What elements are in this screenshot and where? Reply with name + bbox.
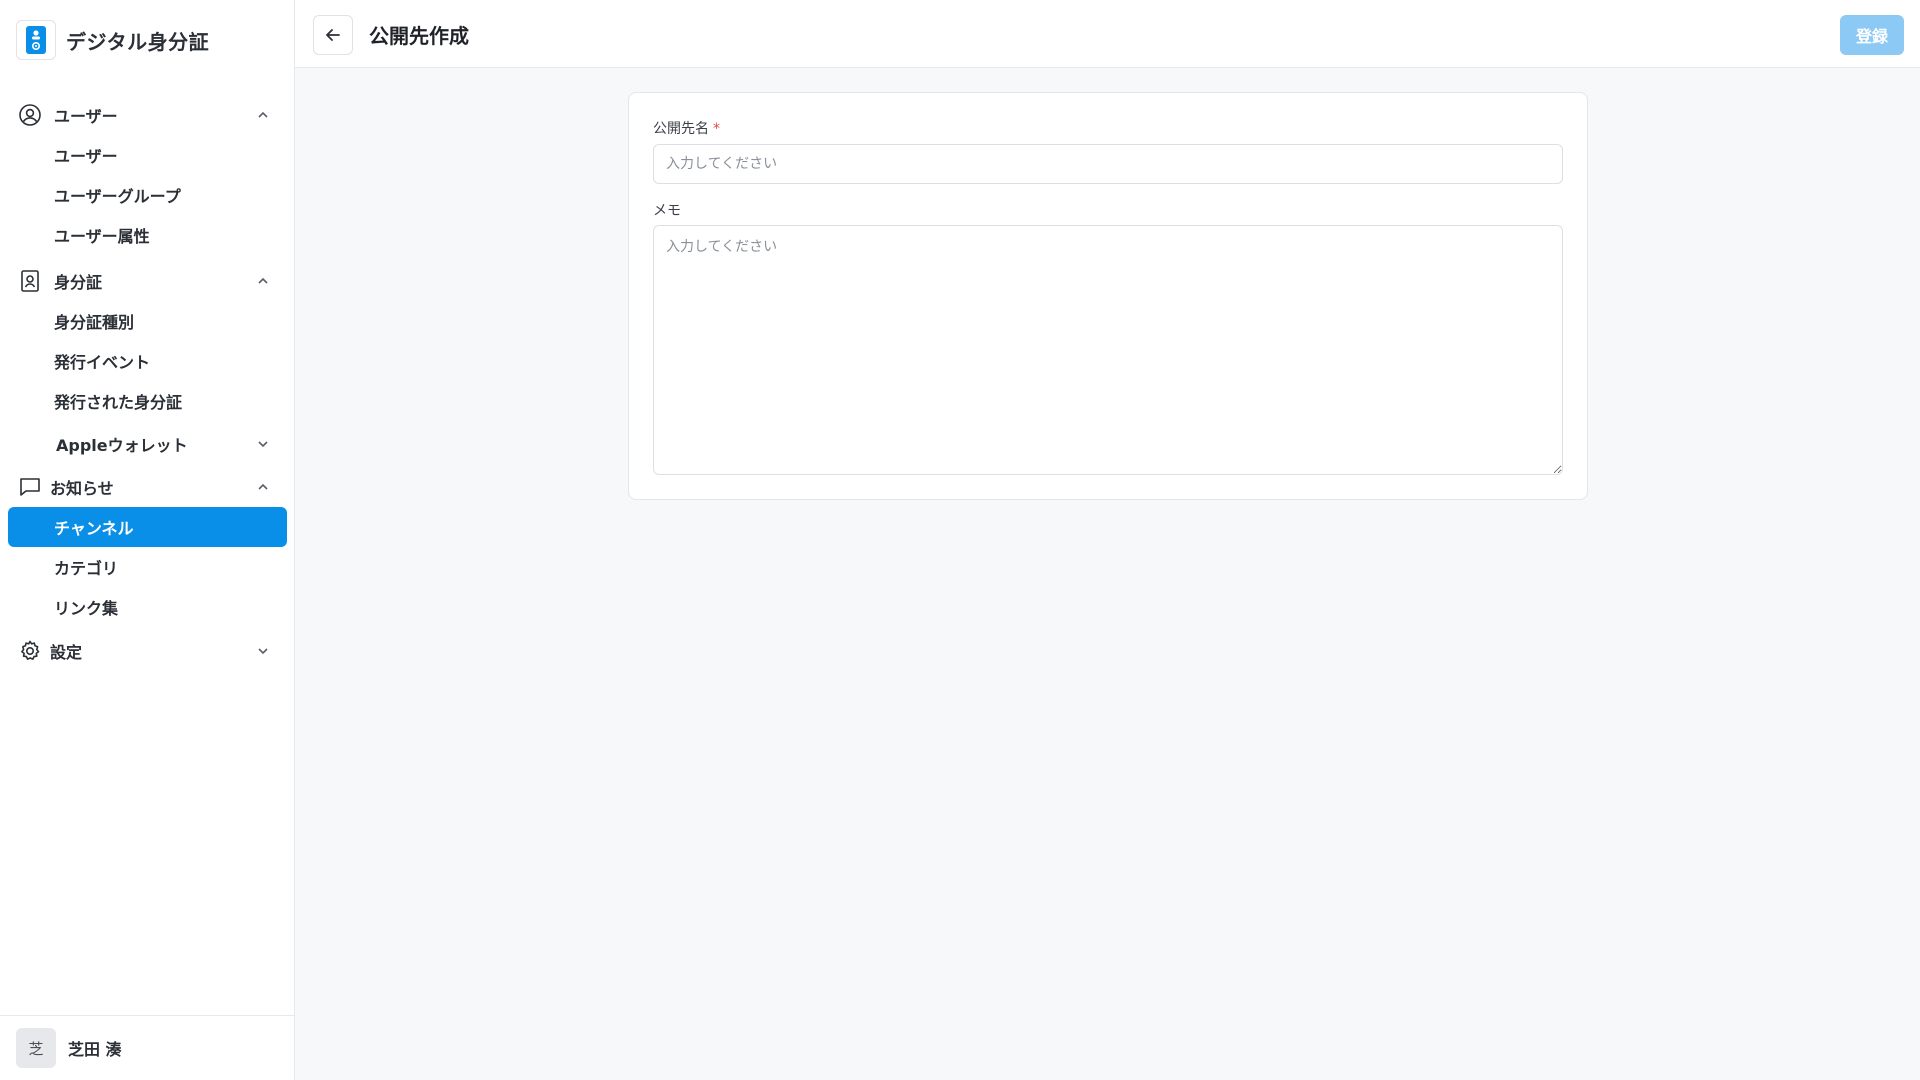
name-field-label: 公開先名 * — [653, 118, 720, 138]
sidebar-group-settings[interactable]: 設定 — [0, 631, 295, 671]
sidebar-group-notices[interactable]: お知らせ — [0, 467, 295, 507]
user-circle-icon — [18, 103, 42, 127]
required-mark: * — [713, 121, 720, 137]
chat-bubble-icon — [18, 475, 42, 499]
chevron-up-icon — [258, 111, 268, 118]
sidebar: デジタル身分証 ユーザー ユーザー ユーザーグループ ユーザー属性 身分証 身分… — [0, 0, 295, 1080]
sidebar-subgroup-apple-wallet[interactable]: Appleウォレット — [8, 421, 287, 467]
memo-textarea[interactable] — [653, 225, 1563, 475]
arrow-left-icon — [326, 29, 340, 41]
sidebar-item-user-attributes[interactable]: ユーザー属性 — [8, 215, 287, 255]
chevron-down-icon — [258, 648, 268, 655]
sidebar-group-label: 設定 — [50, 643, 83, 662]
register-button[interactable]: 登録 — [1840, 15, 1904, 55]
sidebar-item-issued-ids[interactable]: 発行された身分証 — [8, 381, 287, 421]
sidebar-group-label: 身分証 — [54, 273, 103, 292]
chevron-up-icon — [258, 277, 268, 284]
sidebar-item-channels[interactable]: チャンネル — [8, 507, 287, 547]
chevron-down-icon — [258, 441, 268, 448]
sidebar-group-users[interactable]: ユーザー — [0, 95, 295, 135]
brand[interactable]: デジタル身分証 — [16, 20, 209, 60]
back-button[interactable] — [313, 15, 353, 55]
app-logo-icon — [16, 20, 56, 60]
sidebar-item-user-groups[interactable]: ユーザーグループ — [8, 175, 287, 215]
name-field-label-text: 公開先名 — [653, 121, 709, 137]
sidebar-item-issue-events[interactable]: 発行イベント — [8, 341, 287, 381]
memo-field-label: メモ — [653, 203, 681, 219]
sidebar-group-label: お知らせ — [50, 479, 114, 498]
page-header: 公開先作成 登録 — [295, 0, 1920, 68]
sidebar-group-id-cards[interactable]: 身分証 — [0, 261, 295, 301]
gear-icon — [18, 639, 42, 663]
sidebar-group-label: ユーザー — [54, 107, 118, 126]
app-name: デジタル身分証 — [66, 29, 210, 54]
form-card: 公開先名* メモ — [628, 92, 1588, 500]
sidebar-subgroup-label: Appleウォレット — [56, 436, 188, 455]
sidebar-item-links[interactable]: リンク集 — [8, 587, 287, 627]
chevron-up-icon — [258, 483, 268, 490]
page-title: 公開先作成 — [369, 24, 469, 48]
user-menu[interactable]: 芝 芝田 湊 — [0, 1015, 295, 1080]
id-card-icon — [18, 269, 42, 293]
avatar: 芝 — [16, 1028, 56, 1068]
user-name: 芝田 湊 — [68, 1040, 122, 1059]
sidebar-item-categories[interactable]: カテゴリ — [8, 547, 287, 587]
sidebar-item-id-types[interactable]: 身分証種別 — [8, 301, 287, 341]
sidebar-item-users[interactable]: ユーザー — [8, 135, 287, 175]
sidebar-nav: ユーザー ユーザー ユーザーグループ ユーザー属性 身分証 身分証種別 発行イベ… — [0, 95, 295, 671]
publish-target-name-input[interactable] — [653, 144, 1563, 184]
